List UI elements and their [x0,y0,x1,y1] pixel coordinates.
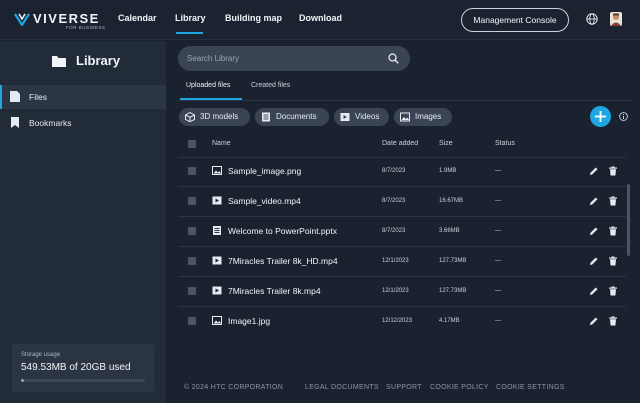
image-icon [212,316,222,325]
edit-icon[interactable] [589,316,599,326]
scrollbar[interactable] [627,184,630,256]
table-row[interactable]: Image1.jpg 12/12/2023 4.17MB — [0,0,640,327]
storage-caption: Storage usage [21,352,61,358]
file-size: 4.17MB [439,318,460,324]
footer-cookie-settings-link[interactable]: COOKIE SETTINGS [496,384,565,391]
storage-progress-bar [21,379,145,382]
file-name[interactable]: Image1.jpg [228,316,270,326]
date-added: 12/12/2023 [382,318,413,324]
row-checkbox[interactable] [188,317,196,325]
file-status: — [495,318,501,324]
footer-cookie-policy-link[interactable]: COOKIE POLICY [430,384,489,391]
footer-legal-documents-link[interactable]: LEGAL DOCUMENTS [305,384,379,391]
trash-icon[interactable] [608,316,618,326]
footer-copyright: © 2024 HTC CORPORATION [184,384,284,391]
storage-value: 549.53MB of 20GB used [21,362,131,373]
storage-progress-fill [21,379,25,382]
footer-support-link[interactable]: SUPPORT [386,384,422,391]
storage-usage-panel: Storage usage 549.53MB of 20GB used [12,344,154,392]
